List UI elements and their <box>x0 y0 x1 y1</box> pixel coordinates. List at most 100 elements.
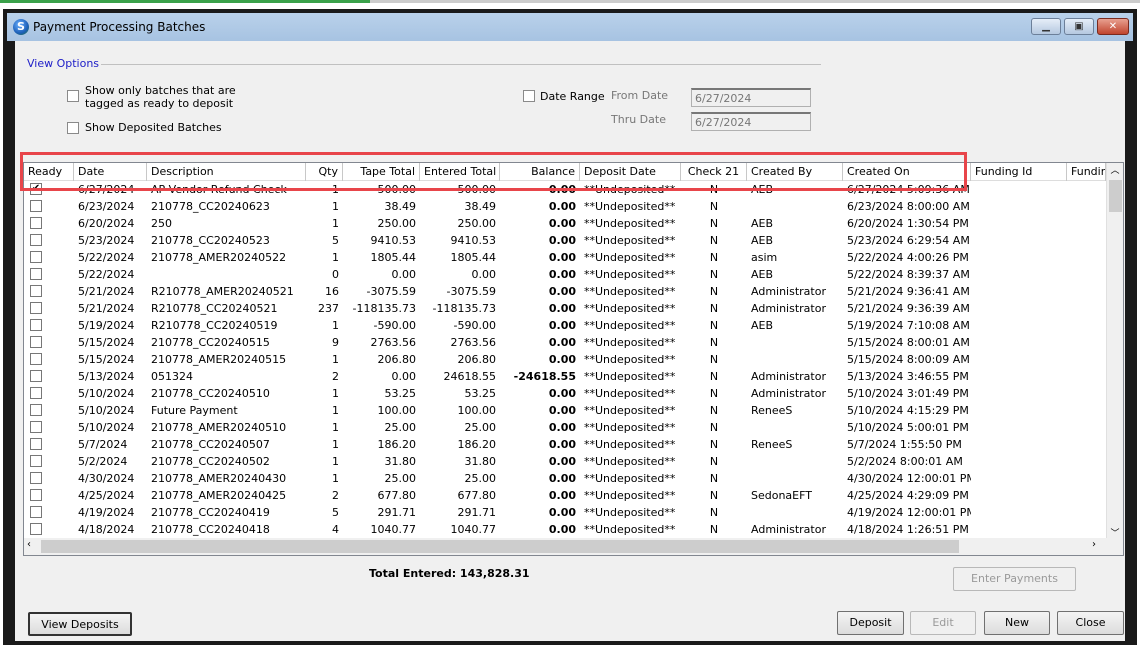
ready-checkbox[interactable] <box>30 421 42 433</box>
ready-checkbox[interactable] <box>30 217 42 229</box>
grid-header: Ready Date Description Qty Tape Total Entered… <box>24 163 1106 181</box>
deposit-button[interactable]: Deposit <box>837 611 904 635</box>
table-row[interactable]: 6/20/2024 250 1 250.00 250.00 0.00 **Undeposit… <box>24 215 1106 232</box>
cell-date: 5/2/2024 <box>78 455 128 468</box>
cell-by <box>747 351 843 368</box>
cell-by: Administrator <box>751 523 826 536</box>
ready-checkbox[interactable] <box>30 268 42 280</box>
ready-checkbox[interactable] <box>30 234 42 246</box>
thru-date-field[interactable]: 6/27/2024 <box>691 112 811 131</box>
cell-tape: 1805.44 <box>370 251 417 264</box>
scroll-up-icon[interactable]: ︿ <box>1107 163 1123 179</box>
ready-checkbox[interactable] <box>30 336 42 348</box>
horizontal-scrollbar[interactable]: ‹ › <box>24 538 1123 555</box>
title-bar[interactable]: S Payment Processing Batches ▁ ▣ ✕ <box>7 13 1133 41</box>
ready-checkbox[interactable] <box>30 489 42 501</box>
column-header-entered-total[interactable]: Entered Total <box>420 163 500 181</box>
table-row[interactable]: 4/25/2024 210778_AMER20240425 2 677.80 677.8… <box>24 487 1106 504</box>
cell-by: ReneeS <box>751 404 793 417</box>
table-row[interactable]: 5/19/2024 R210778_CC20240519 1 -590.00 -590.… <box>24 317 1106 334</box>
table-row[interactable]: 5/22/2024 0 0.00 0.00 0.00 **Undeposited** N AE… <box>24 266 1106 283</box>
cell-desc: 210778_CC20240507 <box>151 438 270 451</box>
table-row[interactable]: 5/13/2024 051324 2 0.00 24618.55 -24618.55 **U… <box>24 368 1106 385</box>
column-header-check-21[interactable]: Check 21 <box>681 163 747 181</box>
column-header-created-by[interactable]: Created By <box>747 163 843 181</box>
column-header-qty[interactable]: Qty <box>306 163 343 181</box>
cell-on: 5/19/2024 7:10:08 AM <box>847 319 970 332</box>
new-button[interactable]: New <box>984 611 1050 635</box>
ready-checkbox[interactable] <box>30 302 42 314</box>
close-button[interactable]: Close <box>1057 611 1124 635</box>
ready-checkbox[interactable] <box>30 455 42 467</box>
column-header-funding[interactable]: Funding <box>1067 163 1106 181</box>
cell-on: 4/19/2024 12:00:01 PM <box>847 506 971 519</box>
cell-by: SedonaEFT <box>751 489 812 502</box>
column-header-funding-id[interactable]: Funding Id <box>971 163 1067 181</box>
cell-entered: 0.00 <box>471 268 497 281</box>
ready-checkbox[interactable] <box>30 370 42 382</box>
column-header-deposit-date[interactable]: Deposit Date <box>580 163 681 181</box>
column-header-balance[interactable]: Balance <box>500 163 580 181</box>
column-header-description[interactable]: Description <box>147 163 306 181</box>
table-row[interactable]: 5/22/2024 210778_AMER20240522 1 1805.44 1805… <box>24 249 1106 266</box>
table-row[interactable]: 5/7/2024 210778_CC20240507 1 186.20 186.20 0.… <box>24 436 1106 453</box>
vertical-scroll-thumb[interactable] <box>1109 180 1122 212</box>
column-header-tape-total[interactable]: Tape Total <box>343 163 420 181</box>
table-row[interactable]: 4/18/2024 210778_CC20240418 4 1040.77 1040.7… <box>24 521 1106 538</box>
cell-entered: 1040.77 <box>450 523 497 536</box>
table-row[interactable]: 6/23/2024 210778_CC20240623 1 38.49 38.49 0.0… <box>24 198 1106 215</box>
table-row[interactable]: 4/30/2024 210778_AMER20240430 1 25.00 25.00 0… <box>24 470 1106 487</box>
table-row[interactable]: 5/15/2024 210778_CC20240515 9 2763.56 2763.5… <box>24 334 1106 351</box>
ready-checkbox[interactable] <box>30 387 42 399</box>
table-row[interactable]: 5/10/2024 210778_AMER20240510 1 25.00 25.00 0… <box>24 419 1106 436</box>
from-date-field[interactable]: 6/27/2024 <box>691 88 811 107</box>
scroll-left-icon[interactable]: ‹ <box>27 539 31 550</box>
table-row[interactable]: 5/21/2024 R210778_AMER20240521 16 -3075.59 -… <box>24 283 1106 300</box>
horizontal-scroll-thumb[interactable] <box>41 540 959 553</box>
table-row[interactable]: 5/10/2024 210778_CC20240510 1 53.25 53.25 0.0… <box>24 385 1106 402</box>
ready-checkbox[interactable]: ✔ <box>30 183 42 195</box>
ready-checkbox[interactable] <box>30 523 42 535</box>
ready-checkbox[interactable] <box>30 353 42 365</box>
cell-balance: 0.00 <box>548 421 576 434</box>
ready-checkbox[interactable] <box>30 438 42 450</box>
cell-deposit: **Undeposited** <box>584 387 676 400</box>
minimize-button[interactable]: ▁ <box>1031 18 1061 35</box>
column-header-ready[interactable]: Ready <box>24 163 74 181</box>
cell-entered: -118135.73 <box>432 302 496 315</box>
scroll-right-icon[interactable]: › <box>1092 539 1096 550</box>
column-header-created-on[interactable]: Created On <box>843 163 971 181</box>
table-row[interactable]: 5/15/2024 210778_AMER20240515 1 206.80 206.8… <box>24 351 1106 368</box>
vertical-scrollbar[interactable]: ︿ ﹀ <box>1106 163 1123 539</box>
table-row[interactable]: 5/10/2024 Future Payment 1 100.00 100.00 0.00… <box>24 402 1106 419</box>
view-deposits-button[interactable]: View Deposits <box>28 612 132 636</box>
ready-checkbox[interactable] <box>30 285 42 297</box>
column-header-date[interactable]: Date <box>74 163 147 181</box>
cell-qty: 4 <box>332 523 339 536</box>
table-row[interactable]: 5/21/2024 R210778_CC20240521 237 -118135.73… <box>24 300 1106 317</box>
maximize-button[interactable]: ▣ <box>1064 18 1094 35</box>
ready-checkbox[interactable] <box>30 200 42 212</box>
edit-button[interactable]: Edit <box>910 611 976 635</box>
cell-on: 6/23/2024 8:00:00 AM <box>847 200 970 213</box>
enter-payments-button[interactable]: Enter Payments <box>953 567 1076 591</box>
cell-date: 4/18/2024 <box>78 523 135 536</box>
cell-check21: N <box>709 234 719 247</box>
cell-desc: 210778_AMER20240515 <box>151 353 287 366</box>
date-range-checkbox[interactable] <box>523 90 535 102</box>
table-row[interactable]: ✔ 6/27/2024 AP Vendor Refund Check 1 500.00 5… <box>24 181 1106 198</box>
table-row[interactable]: 4/19/2024 210778_CC20240419 5 291.71 291.71 0… <box>24 504 1106 521</box>
cell-entered: 25.00 <box>464 472 497 485</box>
close-window-button[interactable]: ✕ <box>1097 18 1129 35</box>
cell-entered: 9410.53 <box>450 234 497 247</box>
table-row[interactable]: 5/23/2024 210778_CC20240523 5 9410.53 9410.5… <box>24 232 1106 249</box>
ready-checkbox[interactable] <box>30 506 42 518</box>
ready-checkbox[interactable] <box>30 472 42 484</box>
ready-checkbox[interactable] <box>30 404 42 416</box>
cell-deposit: **Undeposited** <box>584 336 676 349</box>
table-row[interactable]: 5/2/2024 210778_CC20240502 1 31.80 31.80 0.00… <box>24 453 1106 470</box>
show-deposited-checkbox[interactable] <box>67 122 79 134</box>
ready-checkbox[interactable] <box>30 319 42 331</box>
show-ready-checkbox[interactable] <box>67 90 79 102</box>
ready-checkbox[interactable] <box>30 251 42 263</box>
